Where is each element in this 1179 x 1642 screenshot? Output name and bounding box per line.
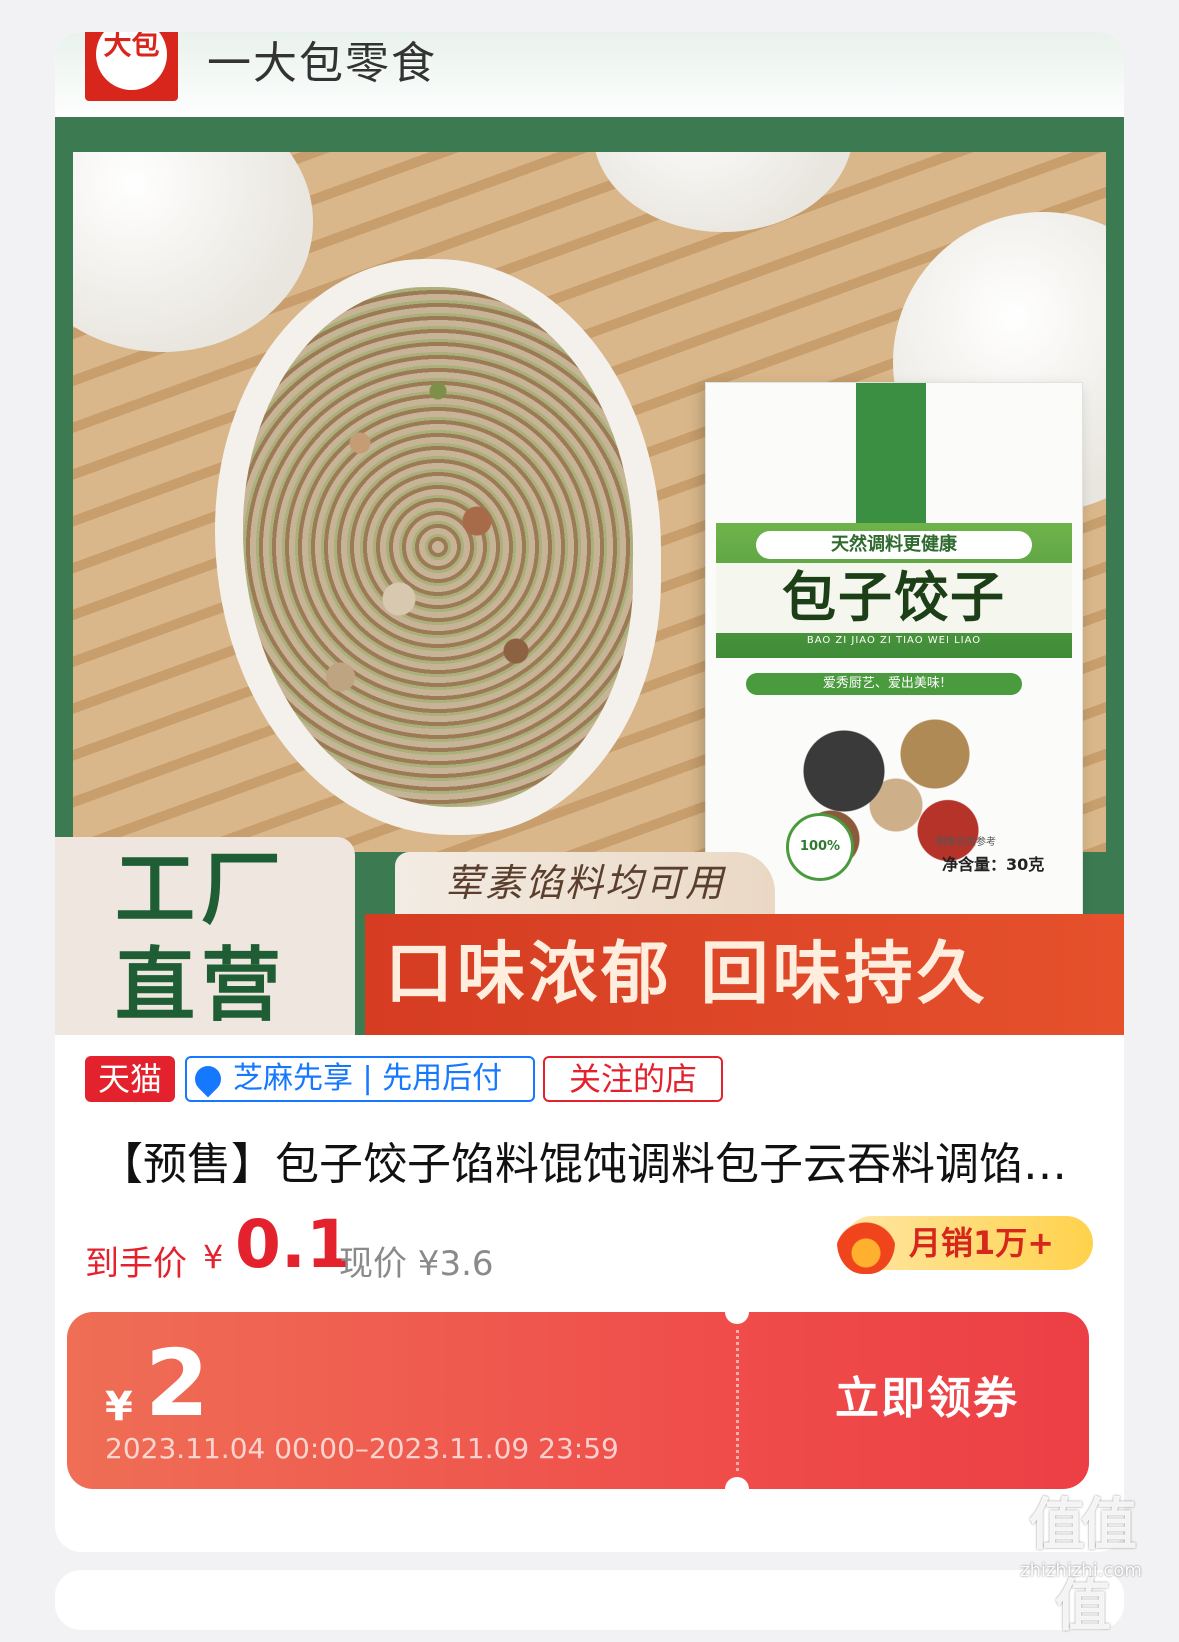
- package-label-band: 天然调料更健康 包子饺子 BAO ZI JIAO ZI TIAO WEI LIA…: [716, 523, 1072, 658]
- bun-filling-image: [243, 287, 633, 807]
- water-drop-icon: [189, 1060, 227, 1098]
- zhima-credit-tag: 芝麻先享 | 先用后付: [185, 1056, 535, 1102]
- tmall-badge: 天猫: [85, 1056, 175, 1102]
- product-title[interactable]: 【预售】包子饺子馅料馄饨调料包子云吞料调馅…: [99, 1128, 1099, 1192]
- package-title: 包子饺子: [716, 563, 1072, 633]
- steamed-bun-image: [73, 152, 313, 352]
- coupon-validity: 2023.11.04 00:00–2023.11.09 23:59: [105, 1432, 619, 1465]
- package-top-strip: [856, 383, 926, 523]
- product-image[interactable]: 天然调料更健康 包子饺子 BAO ZI JIAO ZI TIAO WEI LIA…: [55, 117, 1124, 1035]
- coupon-amount: 2: [145, 1330, 210, 1437]
- coupon-divider: [736, 1330, 739, 1471]
- taste-banner-text: 口味浓郁 回味持久: [385, 935, 989, 1014]
- site-watermark-url: zhizhizhi.com: [1020, 1560, 1142, 1581]
- final-price-value: 0.1: [235, 1206, 352, 1283]
- package-net-weight: 净含量：30克: [942, 855, 1045, 874]
- monthly-sales-badge: 月销1万+: [837, 1204, 1093, 1274]
- claim-coupon-button[interactable]: 立即领券: [807, 1364, 1047, 1434]
- final-price-currency: ¥: [203, 1238, 224, 1276]
- package-top-label: 天然调料更健康: [756, 531, 1032, 559]
- fire-icon: [837, 1204, 895, 1274]
- shop-logo[interactable]: 大包: [85, 32, 178, 101]
- package-slogan: 爱秀厨艺、爱出美味!: [746, 673, 1022, 695]
- coupon-notch: [725, 1312, 749, 1324]
- next-product-card[interactable]: [55, 1570, 1124, 1630]
- product-card[interactable]: 大包 一大包零食 天然调料更健康 包子饺子 BAO ZI JIAO ZI TIA…: [55, 32, 1124, 1552]
- steamed-bun-image: [593, 152, 853, 232]
- coupon-currency: ¥: [105, 1384, 133, 1430]
- filling-subtitle: 荤素馅料均可用: [395, 852, 775, 914]
- seasoning-package-image: 天然调料更健康 包子饺子 BAO ZI JIAO ZI TIAO WEI LIA…: [705, 382, 1083, 944]
- shop-name[interactable]: 一大包零食: [207, 32, 437, 91]
- current-price: 现价 ¥3.6: [339, 1244, 494, 1284]
- factory-direct-box: 工厂直营: [55, 837, 355, 1035]
- package-badge: 100%: [786, 813, 854, 881]
- followed-shop-tag: 关注的店: [543, 1056, 723, 1102]
- zhima-credit-text: 芝麻先享 | 先用后付: [233, 1061, 503, 1096]
- taste-banner: 口味浓郁 回味持久: [365, 914, 1124, 1035]
- coupon-card[interactable]: ¥ 2 2023.11.04 00:00–2023.11.09 23:59 立即…: [67, 1312, 1089, 1489]
- shop-logo-mark: 大包: [103, 32, 160, 61]
- package-image-note: 图案仅供参考: [936, 837, 996, 848]
- coupon-notch: [725, 1477, 749, 1489]
- monthly-sales-text: 月销1万+: [909, 1224, 1055, 1262]
- final-price-label: 到手价: [85, 1244, 187, 1284]
- price-row: 到手价 ¥ 0.1 现价 ¥3.6 月销1万+: [85, 1204, 1095, 1292]
- factory-direct-text: 工厂直营: [115, 843, 287, 1032]
- package-pinyin: BAO ZI JIAO ZI TIAO WEI LIAO: [806, 635, 982, 646]
